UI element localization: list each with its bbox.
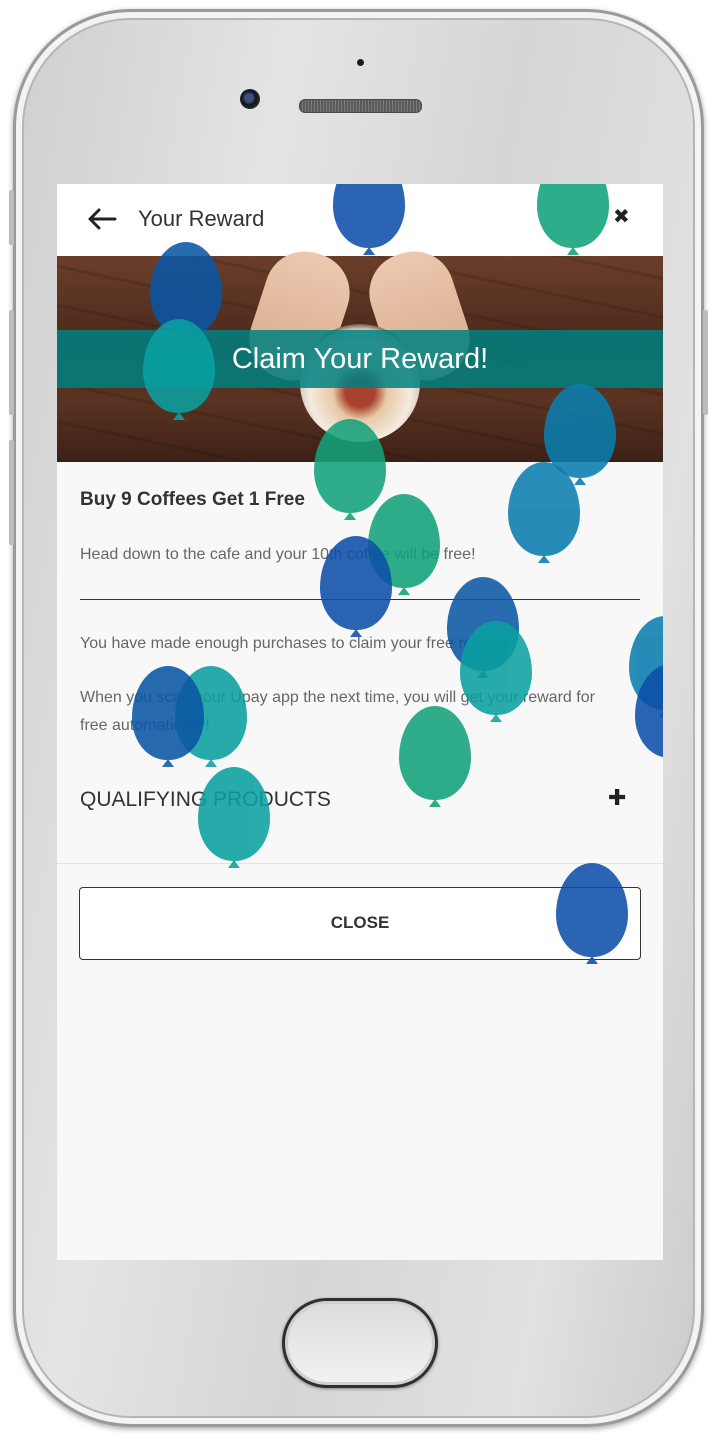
earpiece-speaker <box>299 99 422 113</box>
side-button <box>9 440 14 545</box>
balloon-decoration <box>314 419 386 520</box>
balloon-decoration <box>143 319 215 420</box>
arrow-left-icon[interactable] <box>87 208 117 230</box>
proximity-sensor <box>357 59 364 66</box>
reward-heading: Buy 9 Coffees Get 1 Free <box>80 489 305 510</box>
balloon-decoration <box>198 767 270 868</box>
front-camera <box>240 89 260 109</box>
balloon-decoration <box>556 863 628 964</box>
app-screen: Your Reward ✖ Claim Your Reward! Buy 9 C… <box>57 184 663 1260</box>
side-button <box>9 190 14 245</box>
side-button <box>703 310 708 415</box>
side-button <box>9 310 14 415</box>
balloon-decoration <box>132 666 204 767</box>
close-x-icon[interactable]: ✖ <box>613 206 630 226</box>
plus-icon[interactable]: ✚ <box>608 788 626 810</box>
balloon-decoration <box>399 706 471 807</box>
page-title: Your Reward <box>138 206 265 231</box>
balloon-decoration <box>320 536 392 637</box>
home-button[interactable] <box>282 1298 438 1388</box>
balloon-decoration <box>460 621 532 722</box>
divider <box>57 863 663 864</box>
balloon-decoration <box>508 462 580 563</box>
